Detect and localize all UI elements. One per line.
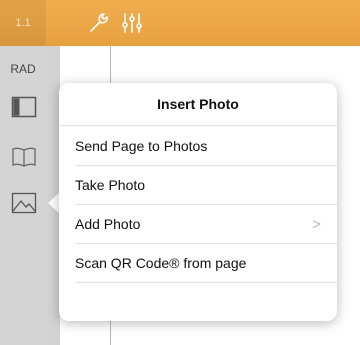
menu-item-scan-qr-code[interactable]: Scan QR Code® from page bbox=[75, 244, 337, 283]
divider bbox=[75, 282, 337, 283]
insert-photo-popover: Insert Photo Send Page to Photos Take Ph… bbox=[59, 83, 337, 321]
menu-item-take-photo[interactable]: Take Photo bbox=[75, 166, 337, 205]
sliders-icon[interactable] bbox=[120, 11, 144, 35]
chevron-right-icon: > bbox=[312, 216, 321, 233]
menu-item-label: Take Photo bbox=[75, 177, 146, 193]
menu-item-label: Send Page to Photos bbox=[75, 138, 208, 154]
divider bbox=[59, 125, 337, 126]
menu-item-label: Scan QR Code® from page bbox=[75, 255, 247, 271]
popover-title: Insert Photo bbox=[157, 96, 239, 112]
photo-icon[interactable] bbox=[11, 192, 37, 214]
page-number-tab[interactable]: 1.1 bbox=[0, 0, 46, 46]
angle-mode-label: RAD bbox=[10, 62, 36, 76]
menu-item-send-page-to-photos[interactable]: Send Page to Photos bbox=[75, 127, 337, 166]
layout-panel-icon[interactable] bbox=[11, 96, 37, 118]
top-toolbar: 1.1 bbox=[0, 0, 360, 46]
menu-item-add-photo[interactable]: Add Photo > bbox=[75, 205, 337, 244]
wrench-icon[interactable] bbox=[87, 11, 111, 35]
book-icon[interactable] bbox=[11, 146, 37, 168]
menu-item-label: Add Photo bbox=[75, 216, 141, 232]
